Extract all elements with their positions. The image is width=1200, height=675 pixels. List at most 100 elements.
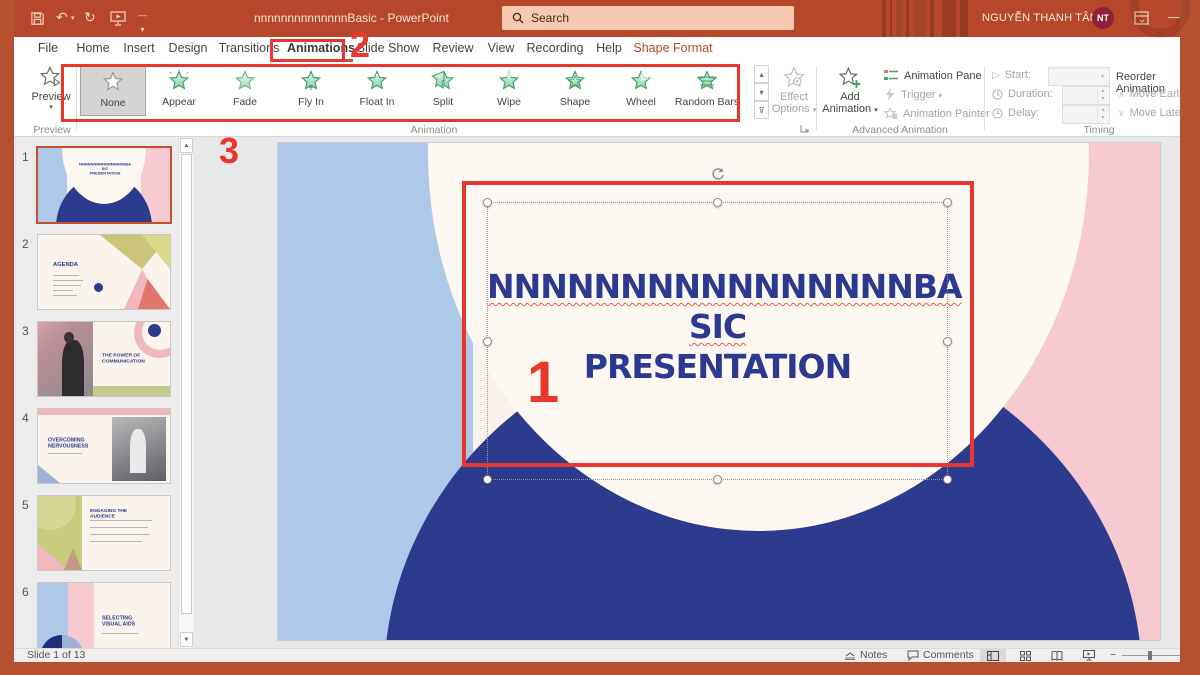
avatar-initials: NT xyxy=(1097,13,1109,23)
thumbnail-number: 1 xyxy=(22,150,29,164)
tab-design[interactable]: Design xyxy=(169,41,208,55)
comments-icon xyxy=(907,650,919,661)
zoom-slider-track[interactable] xyxy=(1122,655,1184,656)
titlebar-decoration xyxy=(914,0,926,37)
add-animation-icon xyxy=(837,65,863,91)
customize-qat-icon[interactable]: —▾ xyxy=(138,8,147,37)
zoom-out-button[interactable]: − xyxy=(1110,649,1116,661)
slide-thumbnail-5[interactable]: ENGAGING THE AUDIENCE xyxy=(38,496,170,570)
annotation-number-1: 1 xyxy=(527,349,559,416)
slide-thumbnail-6[interactable]: SELECTINGVISUAL AIDS xyxy=(38,583,170,648)
trigger-bolt-icon xyxy=(884,88,896,101)
search-placeholder: Search xyxy=(531,11,569,25)
tab-help[interactable]: Help xyxy=(596,41,622,55)
frame-left xyxy=(0,0,14,675)
thumbnail-scrollbar[interactable]: ▲ ▼ xyxy=(178,137,193,648)
save-icon[interactable] xyxy=(30,11,45,26)
titlebar-decoration xyxy=(906,0,909,37)
titlebar-decoration xyxy=(930,0,934,37)
effect-options-label2: Options xyxy=(772,103,810,115)
undo-chevron-icon[interactable]: ▾ xyxy=(71,14,75,22)
animation-dialog-launcher-icon[interactable] xyxy=(800,124,809,133)
duration-label: Duration: xyxy=(992,88,1053,100)
scroll-up-button[interactable]: ▲ xyxy=(180,138,193,153)
duration-spinner[interactable]: ▴▾ xyxy=(1062,86,1110,105)
preview-chevron-icon: ▾ xyxy=(49,103,53,111)
start-dropdown[interactable]: ▾ xyxy=(1048,67,1110,86)
annotation-number-3: 3 xyxy=(219,130,239,172)
slideshow-view-icon xyxy=(1083,650,1095,661)
annotation-box-gallery xyxy=(61,64,740,122)
tab-recording[interactable]: Recording xyxy=(527,41,584,55)
animation-painter-label: Animation Painter xyxy=(903,108,990,120)
tab-file[interactable]: File xyxy=(38,41,58,55)
titlebar-decoration xyxy=(896,0,902,37)
scrollbar-thumb[interactable] xyxy=(181,154,192,614)
slide-thumbnail-2[interactable]: AGENDA xyxy=(38,235,170,309)
gallery-scroll-down[interactable]: ▾ xyxy=(754,83,769,101)
preview-group-label: Preview xyxy=(33,124,70,136)
animation-pane-icon xyxy=(884,69,899,82)
undo-icon[interactable]: ↶ xyxy=(56,10,68,24)
slide-thumbnail-1[interactable]: NNNNNNNNNNNNNNNNBASICPRESENTATION xyxy=(38,148,170,222)
search-input[interactable]: Search xyxy=(502,6,794,30)
start-label: ▷ Start: xyxy=(992,69,1031,81)
slide-indicator: Slide 1 of 13 xyxy=(27,649,85,661)
rotate-handle-icon[interactable] xyxy=(710,166,726,182)
thumbnail-number: 4 xyxy=(22,411,29,425)
slideshow-view-button[interactable] xyxy=(1076,649,1102,662)
slide-thumbnail-4[interactable]: OVERCOMINGNERVOUSNESS xyxy=(38,409,170,483)
trigger-button[interactable]: Trigger ▾ xyxy=(884,88,942,101)
normal-view-button[interactable] xyxy=(980,649,1006,662)
titlebar-decoration xyxy=(890,0,892,37)
titlebar-decoration xyxy=(960,0,968,37)
add-animation-button[interactable]: Add Animation ▾ xyxy=(822,65,878,115)
move-earlier-icon: ∧ xyxy=(1118,89,1125,100)
delay-spinner[interactable]: ▴▾ xyxy=(1062,105,1110,124)
zoom-slider-handle[interactable] xyxy=(1148,651,1152,660)
resize-handle-sw[interactable] xyxy=(483,475,492,484)
animation-pane-label: Animation Pane xyxy=(904,70,982,82)
scroll-down-button[interactable]: ▼ xyxy=(180,632,193,647)
tab-insert[interactable]: Insert xyxy=(123,41,154,55)
resize-handle-se[interactable] xyxy=(943,475,952,484)
reading-view-button[interactable] xyxy=(1044,649,1070,662)
gallery-scroll-up[interactable]: ▴ xyxy=(754,65,769,83)
thumbnail-number: 5 xyxy=(22,498,29,512)
comments-button[interactable]: Comments xyxy=(907,649,974,661)
slide-thumbnail-3[interactable]: THE POWER OF COMMUNICATION xyxy=(38,322,170,396)
gallery-expand[interactable]: ⊽ xyxy=(754,101,769,119)
move-later-button[interactable]: ∨ Move Later xyxy=(1118,107,1185,119)
move-later-icon: ∨ xyxy=(1118,108,1125,119)
thumbnail-number: 3 xyxy=(22,324,29,338)
notes-icon xyxy=(844,650,856,660)
annotation-box-animations-tab xyxy=(270,39,345,62)
title-bar: ↶ ▾ ↻ —▾ nnnnnnnnnnnnnnBasic - PowerPoin… xyxy=(14,0,1180,37)
normal-view-icon xyxy=(987,651,999,661)
tab-shape-format[interactable]: Shape Format xyxy=(633,41,712,55)
tab-home[interactable]: Home xyxy=(76,41,109,55)
ribbon-tabs: File Home Insert Design Transitions Anim… xyxy=(14,37,1180,62)
tab-view[interactable]: View xyxy=(488,41,515,55)
start-slideshow-icon[interactable] xyxy=(110,11,126,26)
account-name[interactable]: NGUYỄN THANH TÂM xyxy=(982,12,1099,24)
frame-right xyxy=(1180,0,1200,675)
titlebar-decoration xyxy=(882,0,886,37)
animation-pane-button[interactable]: Animation Pane xyxy=(884,69,982,82)
notes-button[interactable]: Notes xyxy=(844,649,887,661)
annotation-box-title xyxy=(462,181,974,467)
redo-icon[interactable]: ↻ xyxy=(84,10,96,24)
thumbnail-number: 2 xyxy=(22,237,29,251)
advanced-animation-group-label: Advanced Animation xyxy=(852,124,948,136)
status-bar: Slide 1 of 13 Notes Comments − xyxy=(14,648,1180,662)
tab-review[interactable]: Review xyxy=(433,41,474,55)
delay-label: Delay: xyxy=(992,107,1039,119)
resize-handle-s[interactable] xyxy=(713,475,722,484)
slide-sorter-view-button[interactable] xyxy=(1012,649,1038,662)
avatar[interactable]: NT xyxy=(1092,7,1114,29)
thumbnail-number: 6 xyxy=(22,585,29,599)
play-icon: ▷ xyxy=(992,70,1000,81)
effect-options-button[interactable]: Effect Options ▾ xyxy=(771,65,817,115)
slide-thumbnail-panel: 1 NNNNNNNNNNNNNNNNBASICPRESENTATION 2 AG… xyxy=(14,137,178,648)
animation-painter-button[interactable]: Animation Painter xyxy=(884,107,990,120)
